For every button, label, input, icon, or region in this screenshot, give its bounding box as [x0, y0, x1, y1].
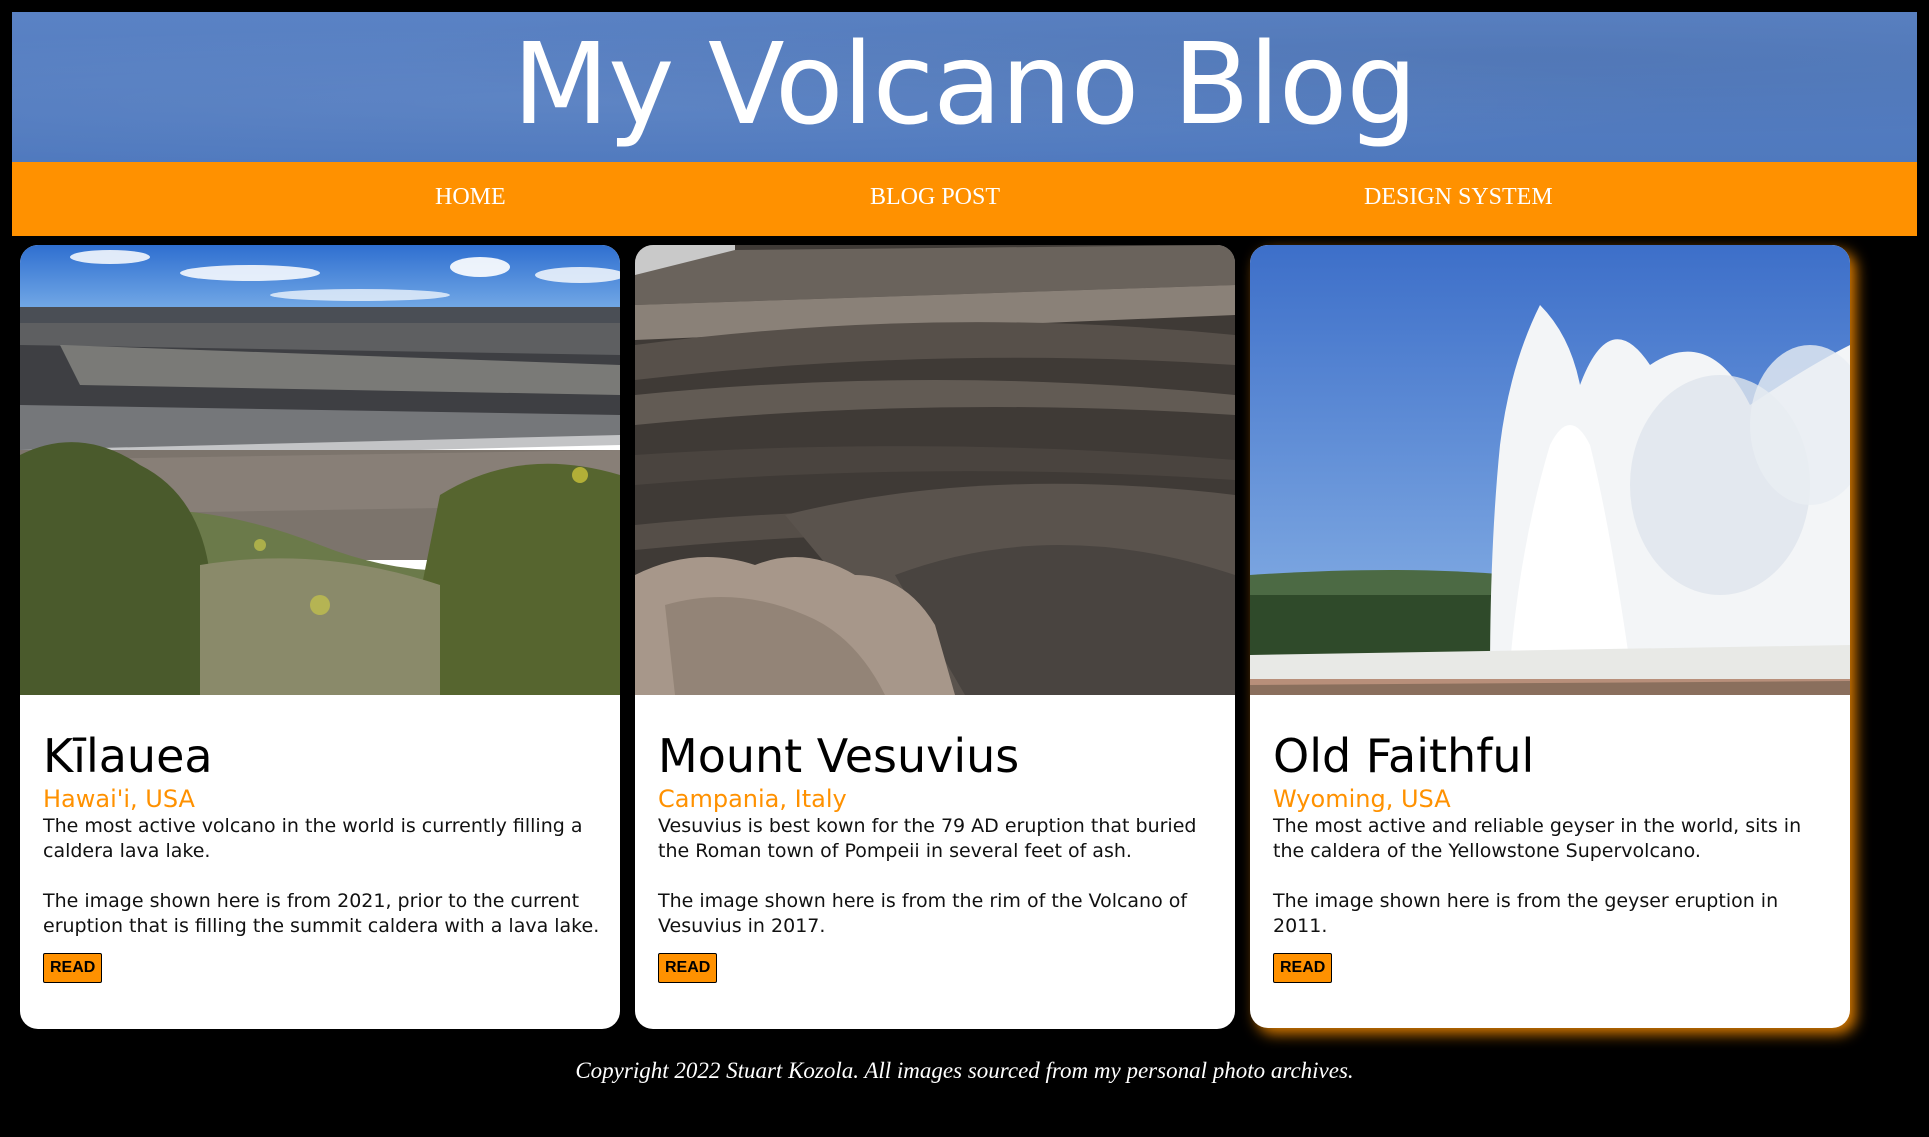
card-title: Mount Vesuvius	[658, 729, 1020, 783]
card-paragraph: Vesuvius is best kown for the 79 AD erup…	[658, 815, 1197, 862]
card-body: Mount Vesuvius Campania, Italy Vesuvius …	[658, 728, 1218, 983]
card-location: Hawai'i, USA	[43, 785, 195, 813]
card-paragraph: The image shown here is from the geyser …	[1273, 890, 1779, 937]
card-paragraph: The most active volcano in the world is …	[43, 815, 583, 862]
read-button[interactable]: READ	[658, 953, 718, 983]
card-title: Kīlauea	[43, 729, 213, 783]
card-paragraph: The image shown here is from 2021, prior…	[43, 890, 600, 937]
card-title: Old Faithful	[1273, 729, 1535, 783]
card-location: Wyoming, USA	[1273, 785, 1451, 813]
card-body: Old Faithful Wyoming, USA The most activ…	[1273, 728, 1833, 983]
card-body: Kīlauea Hawai'i, USA The most active vol…	[43, 728, 603, 983]
nav-item-home[interactable]: HOME	[435, 184, 506, 211]
card-location: Campania, Italy	[658, 785, 847, 813]
site-title: My Volcano Blog	[512, 20, 1418, 150]
read-button[interactable]: READ	[1273, 953, 1333, 983]
main-nav: HOME BLOG POST DESIGN SYSTEM	[12, 162, 1917, 236]
card-paragraph: The most active and reliable geyser in t…	[1273, 815, 1802, 862]
card-vesuvius: Mount Vesuvius Campania, Italy Vesuvius …	[635, 245, 1235, 1029]
nav-item-blog-post[interactable]: BLOG POST	[870, 184, 1000, 211]
card-paragraph: The image shown here is from the rim of …	[658, 890, 1188, 937]
old-faithful-photo	[1250, 245, 1850, 695]
kilauea-photo	[20, 245, 620, 695]
nav-item-design-system[interactable]: DESIGN SYSTEM	[1364, 184, 1553, 211]
vesuvius-photo	[635, 245, 1235, 695]
card-kilauea: Kīlauea Hawai'i, USA The most active vol…	[20, 245, 620, 1029]
read-button[interactable]: READ	[43, 953, 103, 983]
copyright-text: Copyright 2022 Stuart Kozola. All images…	[575, 1058, 1354, 1083]
site-header: My Volcano Blog	[12, 12, 1917, 162]
card-old-faithful: Old Faithful Wyoming, USA The most activ…	[1250, 245, 1850, 1028]
footer: Copyright 2022 Stuart Kozola. All images…	[0, 1058, 1929, 1084]
